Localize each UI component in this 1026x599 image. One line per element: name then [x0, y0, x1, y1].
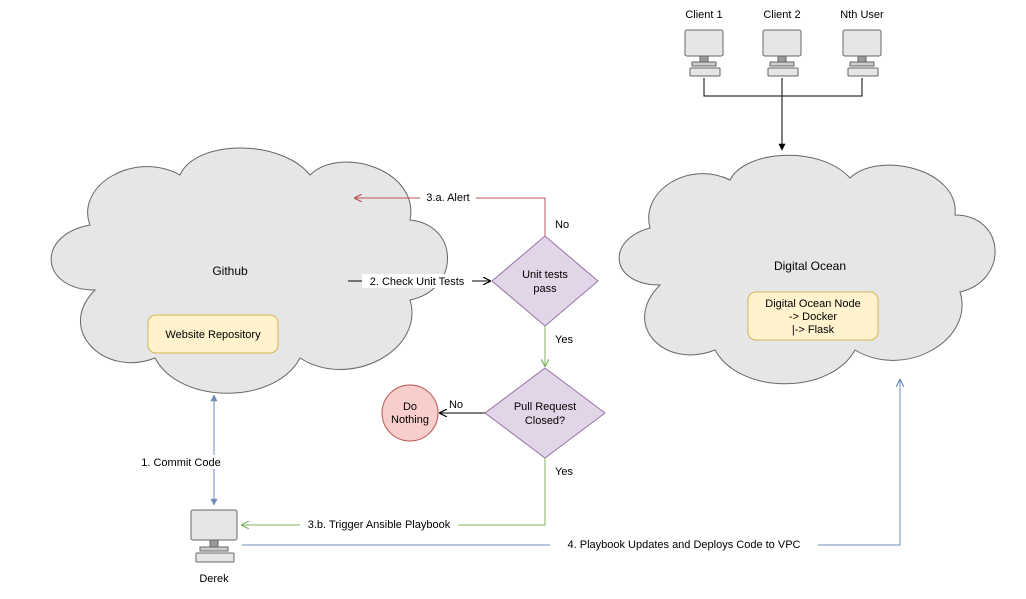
- pr-closed-decision: Pull Request Closed?: [485, 368, 605, 458]
- diagram-canvas: Client 1 Client 2 Nth User Digital Ocean…: [0, 0, 1026, 599]
- client-2-label: Client 2: [763, 9, 800, 21]
- do-node-line3: |-> Flask: [792, 324, 835, 336]
- unit-tests-line2: pass: [533, 283, 557, 295]
- github-title: Github: [212, 264, 248, 278]
- do-nothing-line1: Do: [403, 401, 417, 413]
- github-cloud: Github Website Repository: [51, 148, 447, 393]
- unit-tests-line1: Unit tests: [522, 269, 568, 281]
- do-nothing-terminal: Do Nothing: [382, 385, 438, 441]
- client-n-label: Nth User: [840, 9, 884, 21]
- edge-trigger-label: 3.b. Trigger Ansible Playbook: [308, 519, 451, 531]
- do-node-line1: Digital Ocean Node: [765, 298, 860, 310]
- digital-ocean-title: Digital Ocean: [774, 259, 846, 273]
- client-2: Client 2: [763, 9, 801, 76]
- unit-tests-yes-label: Yes: [555, 334, 573, 346]
- edge-alert-label: 3.a. Alert: [426, 192, 469, 204]
- do-node-line2: -> Docker: [789, 311, 837, 323]
- pr-yes-label: Yes: [555, 466, 573, 478]
- clients-to-cloud-edge: [704, 78, 862, 150]
- pr-no-label: No: [449, 399, 463, 411]
- digital-ocean-cloud: Digital Ocean Digital Ocean Node -> Dock…: [619, 155, 995, 383]
- edge-check-tests-label: 2. Check Unit Tests: [370, 276, 465, 288]
- pr-closed-line2: Closed?: [525, 415, 565, 427]
- do-nothing-line2: Nothing: [391, 414, 429, 426]
- unit-tests-no-label: No: [555, 219, 569, 231]
- derek-computer: Derek: [191, 510, 237, 585]
- edge-deploy-label: 4. Playbook Updates and Deploys Code to …: [568, 539, 801, 551]
- client-n: Nth User: [840, 9, 884, 76]
- pr-closed-line1: Pull Request: [514, 401, 576, 413]
- unit-tests-decision: Unit tests pass: [492, 236, 598, 326]
- client-1-label: Client 1: [685, 9, 722, 21]
- website-repo-label: Website Repository: [165, 329, 261, 341]
- client-1: Client 1: [685, 9, 723, 76]
- derek-label: Derek: [199, 573, 229, 585]
- edge-trigger: [242, 458, 545, 525]
- edge-commit-label: 1. Commit Code: [141, 457, 220, 469]
